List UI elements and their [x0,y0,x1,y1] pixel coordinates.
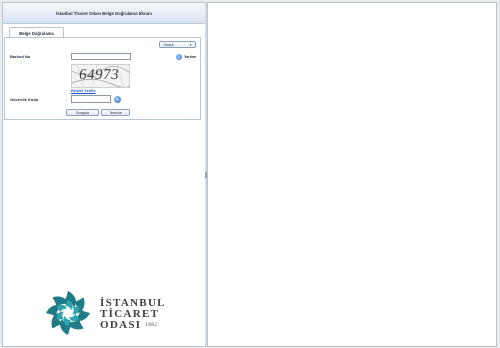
query-button-label: Sorgula [75,110,90,115]
security-code-label: Güvenlik Kodu [10,97,39,102]
help-label: Yardım [184,55,196,59]
query-button[interactable]: Sorgula [66,109,99,116]
ito-logo: İSTANBUL TİCARET ODASI 1882 [40,288,180,338]
barcode-colon: : [66,54,68,59]
barcode-label: Barkod No [10,54,31,59]
right-frame [207,2,497,347]
logo-year: 1882 [145,323,158,328]
language-select[interactable]: Türkçe ▼ [159,41,196,48]
language-select-value: Türkçe [163,42,174,47]
ito-emblem-icon [46,291,90,335]
captcha-text: 64973 [77,67,121,83]
barcode-input[interactable] [71,53,131,60]
logo-line-3-text: ODASI [100,319,142,331]
chevron-down-icon: ▼ [189,42,192,47]
help-icon: i [176,54,182,60]
security-code-input[interactable] [71,95,111,103]
header-bar: İstanbul Ticaret Odası Belge Doğrulama E… [3,3,205,24]
clear-button-label: Temizle [109,110,122,115]
captcha-image: 64973 [71,64,130,88]
clear-button[interactable]: Temizle [101,109,130,116]
security-code-help-icon[interactable]: ? [114,96,121,103]
help-link[interactable]: i Yardım [176,54,196,60]
logo-line-3: ODASI 1882 [100,320,166,331]
security-code-colon: : [66,97,68,102]
logo-wordmark: İSTANBUL TİCARET ODASI 1882 [100,298,166,331]
tab-label: Belge Doğrulama [19,30,54,36]
page-title: İstanbul Ticaret Odası Belge Doğrulama E… [56,10,152,16]
refresh-captcha-link[interactable]: Resmi Yenile [71,88,96,93]
